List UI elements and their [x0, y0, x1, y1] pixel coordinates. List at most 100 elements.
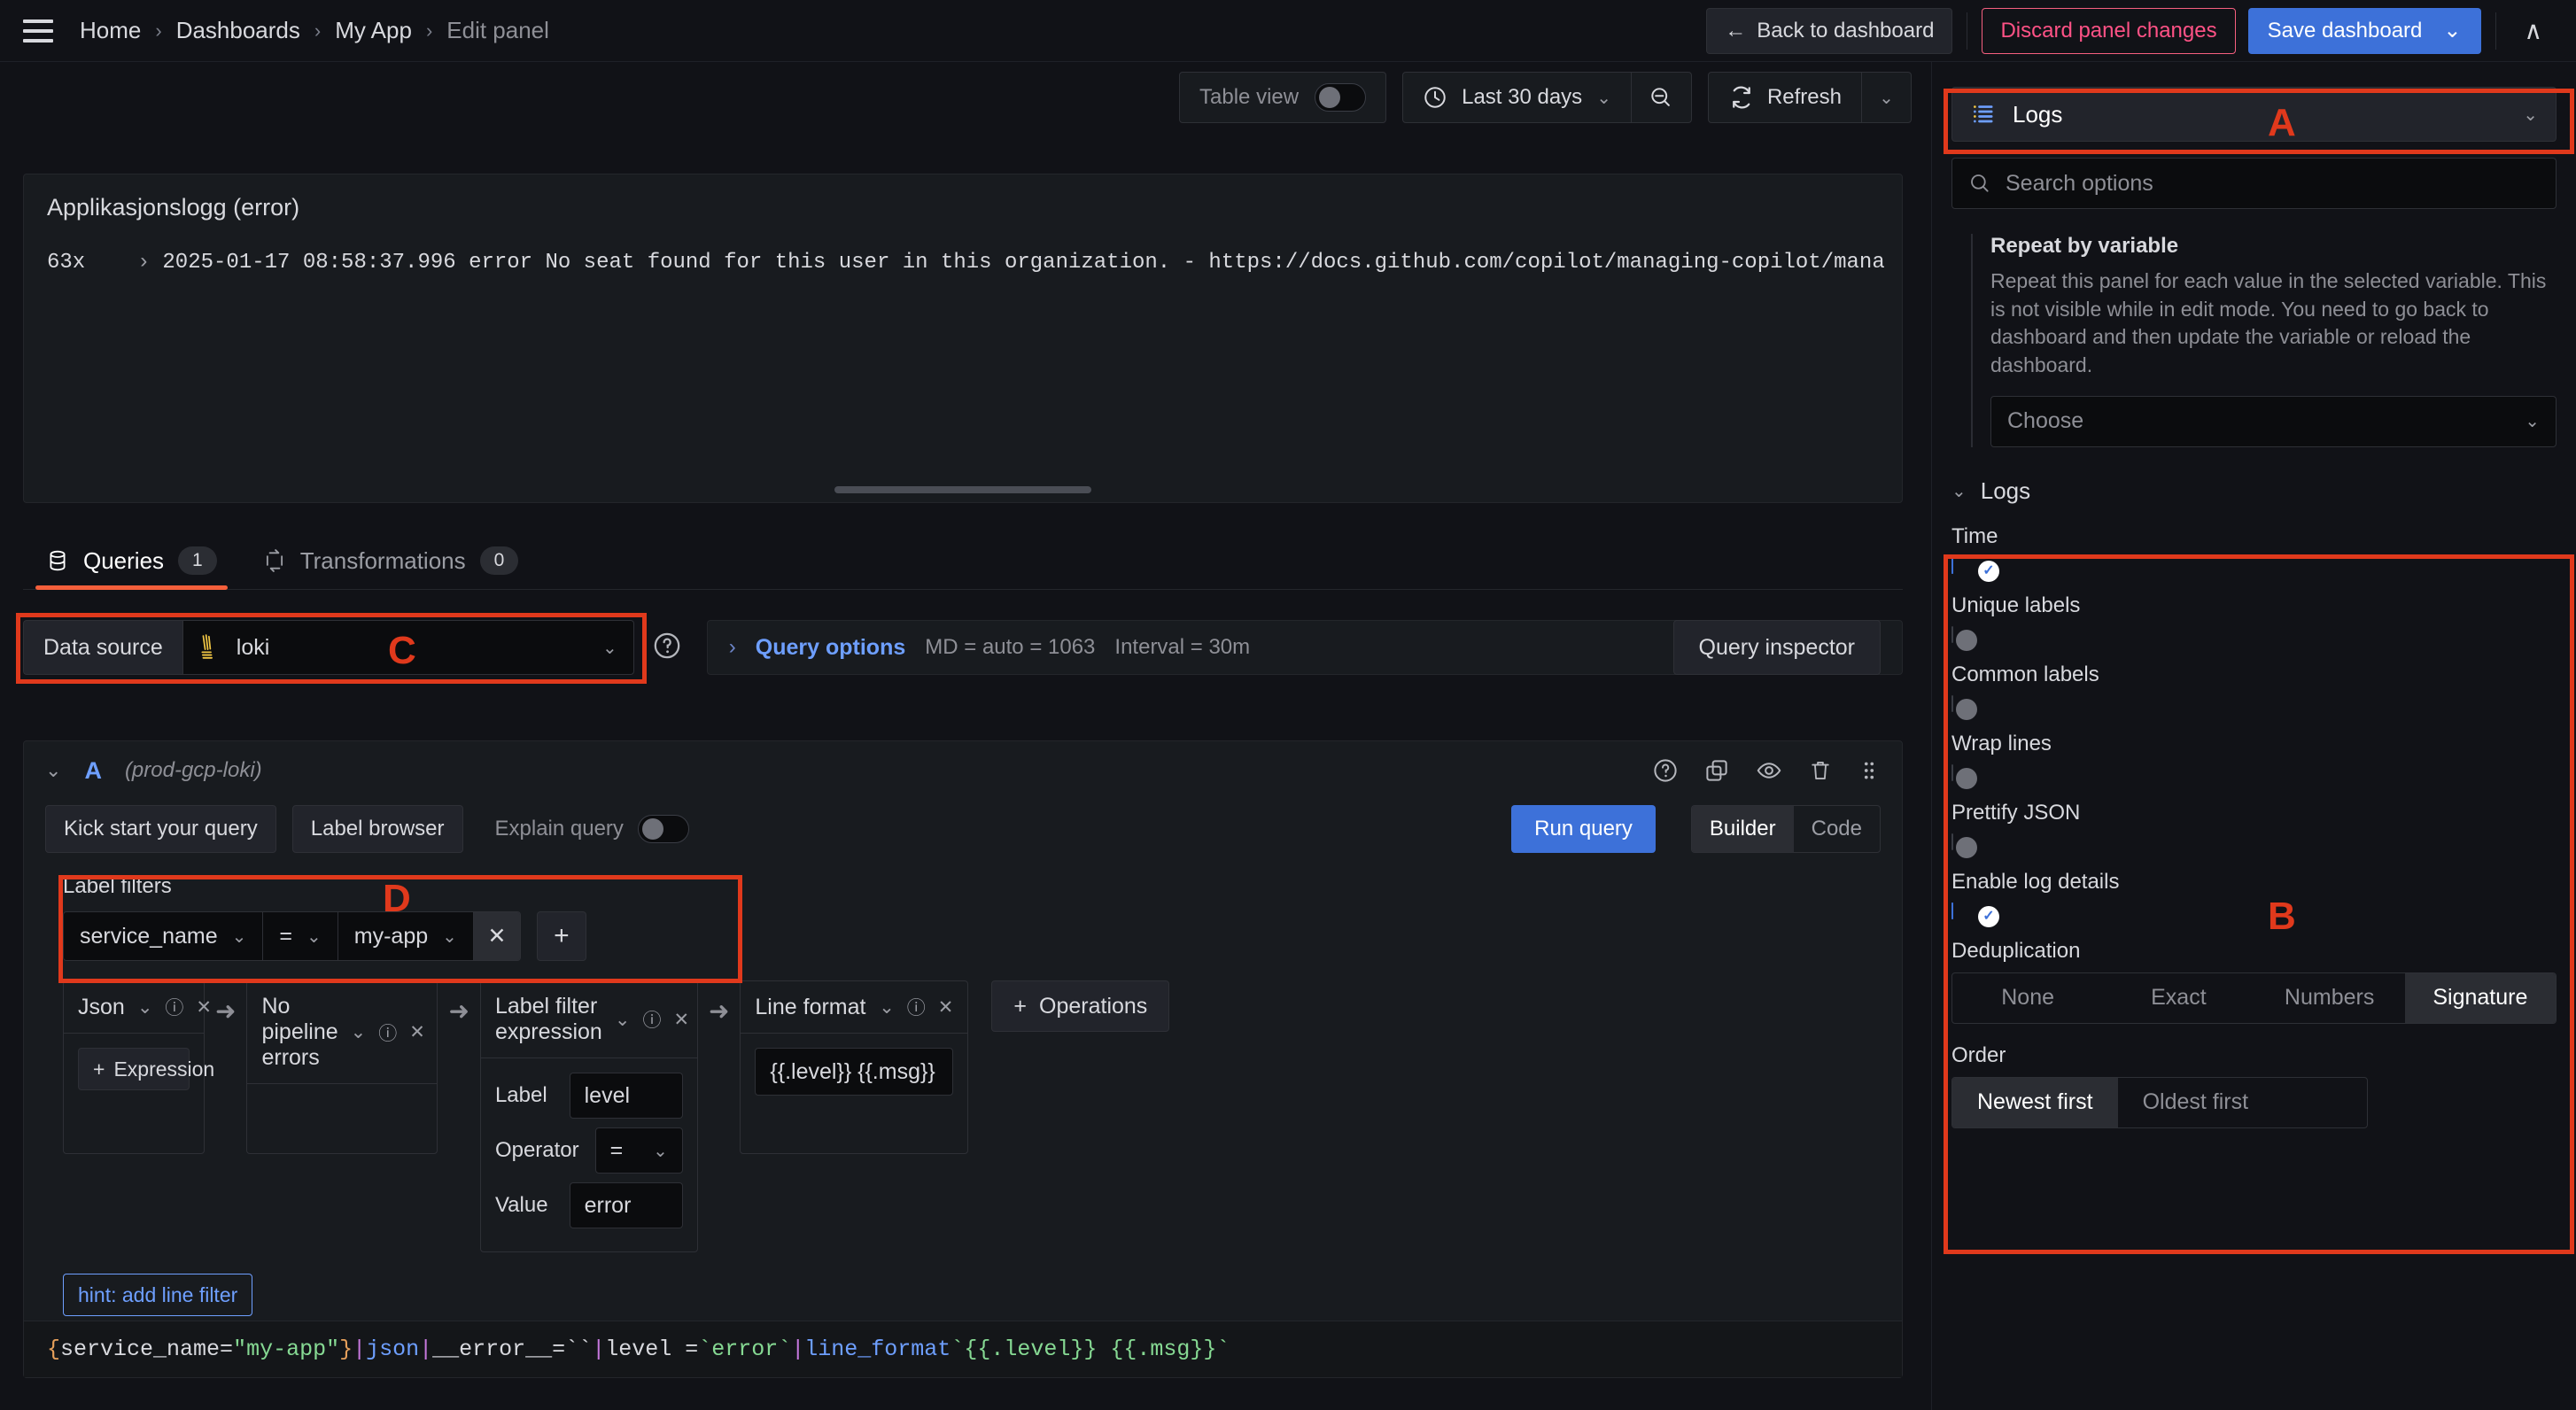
label-filter-key-select[interactable]: service_name ⌄	[64, 912, 264, 960]
logql-token: level =	[605, 1336, 699, 1362]
trash-icon[interactable]	[1808, 757, 1833, 784]
logs-options-header[interactable]: ⌄ Logs	[1951, 477, 2557, 505]
line-format-input[interactable]: {{.level}} {{.msg}}	[755, 1048, 954, 1096]
explain-query-toggle[interactable]: Explain query	[495, 815, 689, 843]
add-expression-button[interactable]: + Expression	[78, 1048, 214, 1090]
repeat-by-variable-title: Repeat by variable	[1990, 234, 2179, 258]
label-filter-value-value: my-app	[353, 923, 429, 949]
explain-query-switch[interactable]	[637, 815, 689, 843]
breadcrumb-item-dashboards[interactable]: Dashboards	[176, 17, 300, 44]
chevron-down-icon: ⌄	[231, 926, 247, 947]
arrow-left-icon: ←	[1725, 18, 1747, 43]
chevron-down-icon[interactable]: ⌄	[137, 996, 153, 1019]
save-dashboard-button[interactable]: Save dashboard ⌄	[2247, 7, 2481, 54]
editor-mode-code[interactable]: Code	[1794, 806, 1880, 852]
time-range-picker[interactable]: Last 30 days ⌄	[1403, 73, 1631, 122]
run-query-button[interactable]: Run query	[1511, 805, 1656, 853]
option-wrap-lines-switch[interactable]	[1951, 763, 1977, 789]
close-icon[interactable]: ✕	[938, 996, 954, 1019]
option-unique-labels-switch[interactable]	[1951, 625, 1977, 651]
close-icon[interactable]: ✕	[409, 1021, 425, 1043]
tab-queries[interactable]: Queries 1	[23, 546, 240, 590]
close-icon[interactable]: ✕	[673, 1009, 689, 1031]
info-circle-icon[interactable]: ⓘ	[907, 994, 926, 1020]
tab-transformations[interactable]: Transformations 0	[240, 546, 542, 589]
operation-json: Json ⌄ ⓘ ✕ + Expression	[63, 980, 214, 1154]
top-navigation-bar: Home › Dashboards › My App › Edit panel …	[0, 0, 2576, 62]
query-options[interactable]: › Query options MD = auto = 1063 Interva…	[706, 620, 1903, 675]
deduplication-option-exact[interactable]: Exact	[2103, 973, 2254, 1023]
label-filter-add-button[interactable]: +	[536, 911, 586, 961]
operation-label-filter-expression-header: Label filter expression ⌄ ⓘ ✕	[480, 981, 697, 1058]
option-time-switch[interactable]	[1951, 556, 1999, 582]
search-options-input[interactable]: Search options	[1951, 158, 2557, 209]
collapse-toolbar-button[interactable]: ∧	[2510, 16, 2557, 45]
breadcrumb-item-my-app[interactable]: My App	[335, 17, 412, 44]
logql-token: |	[791, 1336, 805, 1362]
refresh-button[interactable]: Refresh	[1709, 73, 1861, 122]
chevron-down-icon[interactable]: ⌄	[2443, 18, 2461, 43]
horizontal-scrollbar[interactable]	[834, 486, 1091, 493]
help-circle-icon[interactable]	[1652, 757, 1679, 784]
option-prettify-json-switch[interactable]	[1951, 833, 1977, 858]
logql-token: |	[592, 1336, 606, 1362]
editor-mode-builder[interactable]: Builder	[1691, 806, 1794, 852]
help-circle-icon[interactable]	[652, 631, 682, 665]
operator-field-select[interactable]: = ⌄	[594, 1127, 683, 1174]
data-source-picker[interactable]: loki ⌄	[182, 620, 634, 675]
value-field-input[interactable]: error	[569, 1182, 683, 1228]
chevron-right-icon[interactable]: ›	[137, 251, 150, 275]
log-row[interactable]: 63x › 2025-01-17 08:58:37.996 error No s…	[24, 246, 1902, 278]
option-common-labels-switch[interactable]	[1951, 694, 1977, 720]
order-option-newest-first[interactable]: Newest first	[1952, 1077, 2118, 1127]
chevron-right-icon: ›	[155, 19, 162, 42]
query-hint-button[interactable]: hint: add line filter	[63, 1274, 253, 1316]
value-field-row: Value error	[495, 1182, 683, 1228]
option-enable-log-details-switch[interactable]	[1951, 902, 1999, 927]
back-to-dashboard-button[interactable]: ← Back to dashboard	[1706, 7, 1953, 54]
repeat-variable-select[interactable]: Choose ⌄	[1990, 395, 2557, 447]
duplicate-icon[interactable]	[1703, 757, 1730, 784]
label-field-input[interactable]: level	[569, 1073, 683, 1119]
table-view-switch[interactable]	[1315, 83, 1367, 112]
option-prettify-json: Prettify JSON	[1951, 801, 2557, 858]
chevron-down-icon[interactable]: ⌄	[351, 1021, 367, 1043]
deduplication-option-none[interactable]: None	[1952, 973, 2103, 1023]
label-field-row: Label level	[495, 1073, 683, 1119]
operation-line-format-header: Line format ⌄ ⓘ ✕	[741, 981, 968, 1034]
chevron-down-icon[interactable]: ⌄	[879, 996, 895, 1019]
refresh-interval-dropdown[interactable]: ⌄	[1861, 73, 1911, 122]
breadcrumb-item-home[interactable]: Home	[80, 17, 141, 44]
chevron-down-icon[interactable]: ⌄	[615, 1009, 631, 1031]
drag-handle-icon[interactable]	[1858, 757, 1881, 784]
operations-row: Json ⌄ ⓘ ✕ + Expression ➜ No pipeline er…	[63, 980, 1902, 1252]
query-row-header: ⌄ A (prod-gcp-loki)	[24, 741, 1902, 800]
discard-panel-changes-button[interactable]: Discard panel changes	[1982, 7, 2236, 54]
eye-icon[interactable]	[1755, 757, 1783, 784]
label-filter-remove-button[interactable]: ✕	[473, 912, 520, 960]
kick-start-query-button[interactable]: Kick start your query	[45, 805, 276, 853]
hamburger-menu-icon[interactable]	[23, 19, 53, 43]
label-filter-operator-select[interactable]: = ⌄	[263, 912, 338, 960]
info-circle-icon[interactable]: ⓘ	[378, 1019, 397, 1046]
add-operations-button[interactable]: + Operations	[991, 980, 1170, 1032]
order-option-oldest-first[interactable]: Oldest first	[2118, 1078, 2273, 1127]
arrow-right-icon: ➜	[448, 997, 469, 1025]
deduplication-option-signature[interactable]: Signature	[2404, 972, 2556, 1023]
chevron-down-icon: ⌄	[1596, 88, 1611, 108]
operation-no-pipeline-errors-header: No pipeline errors ⌄ ⓘ ✕	[247, 981, 438, 1084]
zoom-out-button[interactable]	[1630, 73, 1691, 122]
chevron-down-icon[interactable]: ⌄	[45, 759, 61, 782]
label-browser-button[interactable]: Label browser	[291, 805, 463, 853]
info-circle-icon[interactable]: ⓘ	[642, 1006, 661, 1033]
tab-queries-label: Queries	[83, 546, 165, 574]
query-inspector-button[interactable]: Query inspector	[1672, 620, 1881, 675]
info-circle-icon[interactable]: ⓘ	[165, 994, 183, 1020]
table-view-toggle[interactable]: Table view	[1179, 72, 1387, 123]
deduplication-option-numbers[interactable]: Numbers	[2254, 973, 2405, 1023]
label-filter-value-select[interactable]: my-app ⌄	[338, 912, 474, 960]
close-icon[interactable]: ✕	[196, 996, 212, 1019]
visualization-picker[interactable]: Logs ⌄	[1951, 87, 2557, 142]
option-deduplication: Deduplication None Exact Numbers Signatu…	[1951, 939, 2557, 1024]
chevron-right-icon: ›	[728, 635, 736, 659]
